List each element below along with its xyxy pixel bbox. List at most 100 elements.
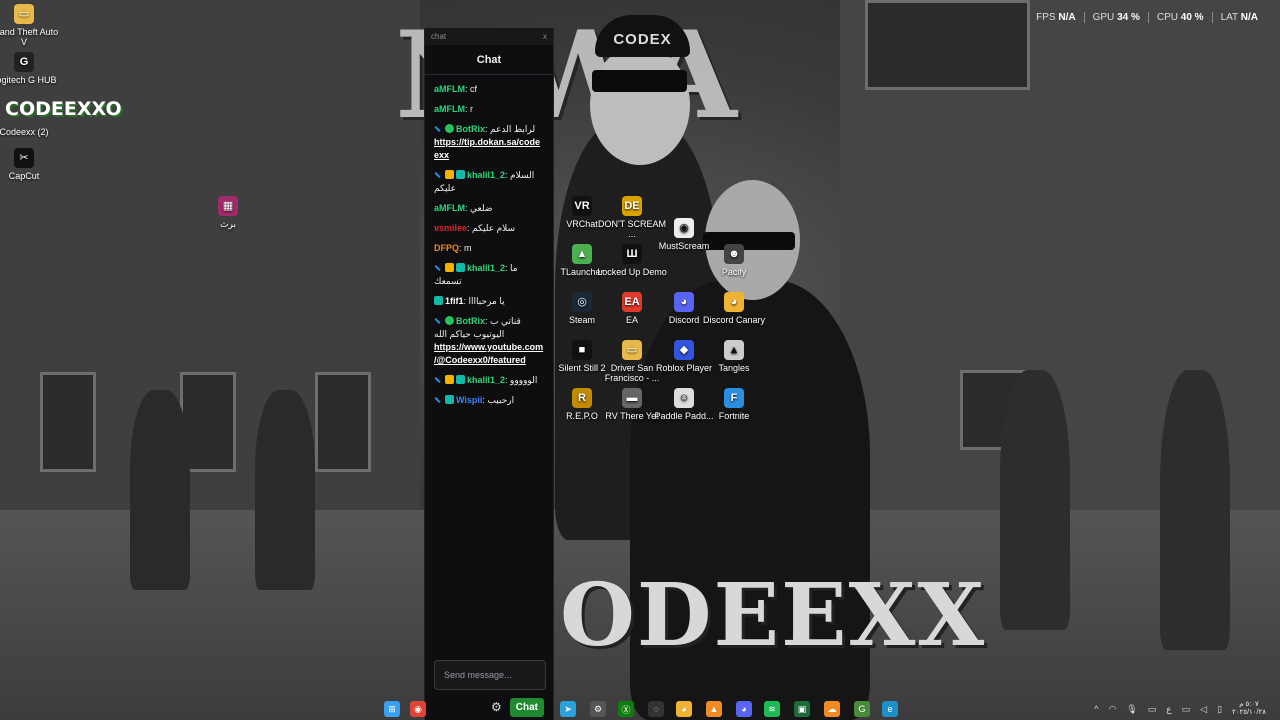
chat-username[interactable]: khalil1_2: [467, 263, 505, 273]
chat-username[interactable]: BotRix: [456, 316, 485, 326]
chat-username[interactable]: aMFLM: [434, 104, 465, 114]
stat-value: N/A: [1240, 12, 1258, 23]
discord-icon: ◕: [674, 292, 694, 312]
chat-message-text: سلام عليكم: [472, 223, 516, 233]
sub-badge-icon: [456, 263, 465, 272]
verified-badge-icon: [445, 124, 454, 133]
windows-start-icon[interactable]: ⊞: [384, 701, 400, 717]
vrchat-icon: VR: [572, 196, 592, 216]
chat-message-text: ضلعي: [470, 203, 493, 213]
wallpaper-figure: [1160, 370, 1230, 650]
desktop-shortcut[interactable]: F Fortnite: [696, 388, 772, 421]
chat-titlebar[interactable]: chat x: [425, 28, 553, 45]
desktop-shortcut[interactable]: ▭ Grand Theft Auto V: [0, 4, 62, 47]
chevron-up-icon[interactable]: ^: [1094, 704, 1098, 714]
telegram-icon[interactable]: ➤: [560, 701, 576, 717]
wallpaper-figure: [130, 390, 190, 590]
vlc-icon[interactable]: ▲: [706, 701, 722, 717]
chat-username[interactable]: BotRix: [456, 124, 485, 134]
wallpaper-brand-text: ODEEXX: [560, 565, 987, 666]
stat-value: 34 %: [1117, 12, 1140, 23]
settings-icon[interactable]: ⚙: [590, 701, 606, 717]
chat-message: 1fif1: يا مرحباااا: [434, 295, 544, 308]
codeexx-logo-text: CODEEXXO: [5, 98, 122, 120]
stat-label: CPU: [1156, 12, 1181, 23]
monitor-icon[interactable]: ▭: [1182, 704, 1191, 715]
wallpaper-window: [865, 0, 1030, 90]
desktop-shortcut-label: Discord Canary: [702, 315, 766, 325]
chat-message-link[interactable]: https://www.youtube.com/@Codeexx0/featur…: [434, 342, 543, 365]
steam-icon: ◎: [572, 292, 592, 312]
chat-message: BotRix: قناتي ب اليوتيوب حياكم الله http…: [434, 315, 544, 367]
terminal-icon[interactable]: ▣: [794, 701, 810, 717]
desktop-shortcut-label: Pacify: [721, 267, 747, 277]
ea-icon: EA: [622, 292, 642, 312]
desktop-shortcut-label: Codeexx (2): [0, 127, 49, 137]
chat-username[interactable]: vsmilee: [434, 223, 467, 233]
chat-username[interactable]: DFPQ: [434, 243, 459, 253]
sword-badge-icon: [434, 171, 441, 179]
stat-value: 40 %: [1180, 12, 1204, 23]
chat-message: khalil1_2: السلام عليكم: [434, 169, 544, 195]
capcut-icon: ✂: [14, 148, 34, 168]
desktop-shortcut-label: CapCut: [8, 171, 40, 181]
desktop-shortcut[interactable]: ▦ برث: [190, 196, 266, 229]
folder-icon: ▭: [14, 4, 34, 24]
spotify-icon[interactable]: ≋: [764, 701, 780, 717]
chat-message: aMFLM: ضلعي: [434, 202, 544, 215]
desktop-shortcut[interactable]: ✂ CapCut: [0, 148, 62, 181]
winrar-icon: ▦: [218, 196, 238, 216]
chat-message-input[interactable]: [435, 661, 545, 689]
chat-message: aMFLM: cf: [434, 83, 544, 96]
rv-icon: ▬: [622, 388, 642, 408]
microphone-icon[interactable]: 🎙: [1126, 704, 1137, 715]
chat-window: chat x Chat aMFLM: cf aMFLM: r BotRix: ل…: [424, 28, 554, 720]
chat-message-link[interactable]: https://tip.dokan.sa/codeexx: [434, 137, 540, 160]
sword-badge-icon: [434, 264, 441, 272]
performance-overlay: FPS N/A GPU 34 % CPU 40 % LAT N/A: [1028, 12, 1266, 23]
chat-message-text: يا مرحباااا: [468, 296, 505, 306]
logitech-icon: G: [14, 52, 34, 72]
battery-icon[interactable]: ▯: [1217, 704, 1222, 715]
cloud-icon[interactable]: ☁: [824, 701, 840, 717]
chat-username[interactable]: 1fif1: [445, 296, 464, 306]
desktop-shortcut-label: Fortnite: [718, 411, 750, 421]
chat-message-list[interactable]: aMFLM: cf aMFLM: r BotRix: لرابط الدعم h…: [425, 75, 553, 407]
chat-message-text: r: [470, 104, 474, 114]
xbox-icon[interactable]: Ⓧ: [618, 701, 634, 717]
wifi-icon[interactable]: ◠: [1108, 704, 1116, 715]
close-icon[interactable]: x: [543, 32, 547, 41]
edge-icon[interactable]: e: [882, 701, 898, 717]
volume-icon[interactable]: ◁: [1200, 704, 1207, 715]
chat-username[interactable]: khalil1_2: [467, 375, 505, 385]
folder-icon: ▭: [622, 340, 642, 360]
wallpaper-window: [40, 372, 96, 472]
taskbar-clock[interactable]: ٥:٠٧ م ٢٠٢٥/١٠/٢٨: [1232, 701, 1266, 717]
desktop-shortcut[interactable]: ☻ Pacify: [696, 244, 772, 277]
chat-input-wrapper: [434, 660, 546, 690]
desktop-shortcut-label: برث: [220, 219, 236, 229]
chat-username[interactable]: aMFLM: [434, 203, 465, 213]
loader-icon[interactable]: ◌: [648, 701, 664, 717]
desktop-shortcut[interactable]: G Logitech G HUB: [0, 52, 62, 85]
desktop-shortcut[interactable]: Ш Locked Up Demo: [594, 244, 670, 277]
discord-canary-icon[interactable]: ◕: [676, 701, 692, 717]
verified-badge-icon: [445, 316, 454, 325]
chat-username[interactable]: Wispii: [456, 395, 482, 405]
chat-message: khalil1_2: الووووو: [434, 374, 544, 387]
discord-icon[interactable]: ◕: [736, 701, 752, 717]
stat-fps: FPS N/A: [1028, 12, 1085, 23]
camera-icon[interactable]: ▭: [1148, 704, 1157, 715]
chat-username[interactable]: khalil1_2: [467, 170, 505, 180]
desktop-shortcut[interactable]: ◕ Discord Canary: [696, 292, 772, 325]
system-tray: ^ ◠ 🎙 ▭ ع ▭ ◁ ▯ ٥:٠٧ م ٢٠٢٥/١٠/٢٨: [1094, 701, 1266, 717]
stat-lat: LAT N/A: [1213, 12, 1266, 23]
chat-username[interactable]: aMFLM: [434, 84, 465, 94]
language-indicator[interactable]: ع: [1166, 704, 1171, 715]
chat-message: khalil1_2: ما تسمعك: [434, 262, 544, 288]
chrome-icon[interactable]: ◉: [410, 701, 426, 717]
discord-canary-icon: ◕: [724, 292, 744, 312]
desktop-shortcut[interactable]: ▲ Tangles: [696, 340, 772, 373]
gta-icon[interactable]: G: [854, 701, 870, 717]
crown-badge-icon: [445, 263, 454, 272]
